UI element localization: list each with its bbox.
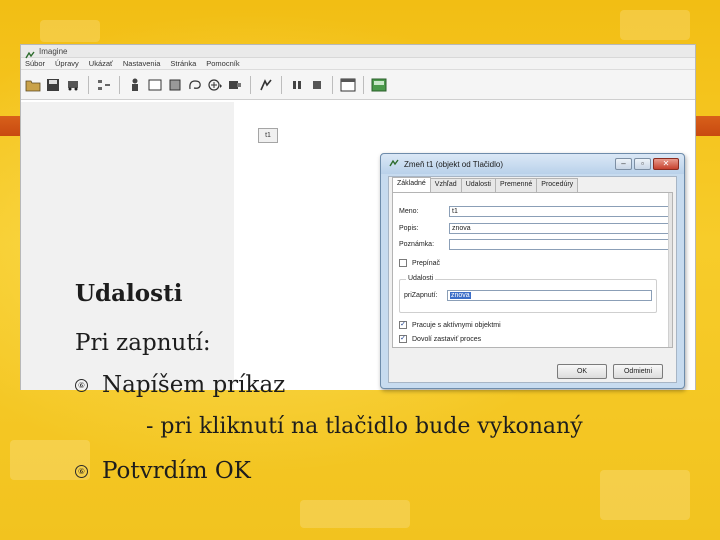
dialog-title: Zmeň t1 (objekt od Tlačidlo) — [404, 159, 504, 169]
poznamka-row: Poznámka: — [399, 239, 669, 250]
save-icon[interactable] — [45, 77, 61, 93]
meno-row: Meno: t1 — [399, 206, 669, 217]
bullet-subtext: - pri kliknutí na tlačidlo bude vykonaný — [146, 414, 583, 439]
menu-item-upravy[interactable]: Úpravy — [55, 59, 79, 68]
app-titlebar: Imagine — [21, 45, 695, 58]
slide-subheading: Pri zapnutí: — [75, 330, 211, 356]
texture-block — [620, 10, 690, 40]
toolbar-separator — [88, 75, 89, 94]
active-objects-checkbox[interactable]: ✓ — [399, 321, 407, 329]
minimize-icon[interactable]: – — [615, 158, 632, 170]
bullet-text-2: Potvrdím OK — [102, 458, 251, 484]
tab-procedury[interactable]: Procedúry — [536, 178, 579, 192]
stop-icon[interactable] — [309, 77, 325, 93]
rectangle-icon[interactable] — [147, 77, 163, 93]
pause-icon[interactable] — [289, 77, 305, 93]
dialog-body: Základné Vzhľad Udalosti Premenné Proced… — [388, 176, 677, 383]
paste-icon[interactable] — [258, 77, 274, 93]
stop-process-label: Dovolí zastaviť proces — [412, 335, 482, 343]
poznamka-field[interactable] — [449, 239, 669, 250]
menu-item-ukazat[interactable]: Ukázať — [89, 59, 113, 68]
bullet-text-1: Napíšem príkaz — [102, 372, 286, 398]
texture-block — [600, 470, 690, 520]
prizapnuti-value: znova — [450, 292, 471, 299]
lasso-icon[interactable] — [187, 77, 203, 93]
tab-vzhlad[interactable]: Vzhľad — [429, 178, 462, 192]
imagine-logo-icon — [25, 47, 35, 58]
canvas-button-t1[interactable]: t1 — [258, 128, 278, 143]
toolbar-separator — [250, 75, 251, 94]
active-objects-row: ✓ Pracuje s aktívnymi objektmi — [399, 321, 501, 329]
menu-bar: Súbor Úpravy Ukázať Nastavenia Stránka P… — [21, 58, 695, 70]
meno-field[interactable]: t1 — [449, 206, 669, 217]
events-scrollbar[interactable] — [668, 193, 672, 347]
circle-plus-icon[interactable] — [207, 77, 223, 93]
slide-heading: Udalosti — [75, 280, 183, 307]
stop-process-row: ✓ Dovolí zastaviť proces — [399, 335, 481, 343]
texture-block — [40, 20, 100, 42]
toolbar — [21, 70, 695, 100]
prizapnuti-row: priZapnutí: znova — [404, 290, 652, 301]
cancel-button[interactable]: Odmietni — [613, 364, 663, 379]
settings-icon[interactable] — [227, 77, 243, 93]
toolbar-separator — [363, 75, 364, 94]
texture-block — [300, 500, 410, 528]
menu-item-subor[interactable]: Súbor — [25, 59, 45, 68]
close-icon[interactable]: ✕ — [653, 158, 679, 170]
image-icon[interactable] — [371, 77, 387, 93]
change-object-dialog: Zmeň t1 (objekt od Tlačidlo) – ▫ ✕ Zákla… — [380, 153, 685, 389]
bullet-item: ⑥ Potvrdím OK — [75, 458, 251, 484]
menu-item-nastavenia[interactable]: Nastavenia — [123, 59, 161, 68]
window-icon[interactable] — [340, 77, 356, 93]
maximize-icon[interactable]: ▫ — [634, 158, 651, 170]
events-groupbox: Udalosti priZapnutí: znova — [399, 275, 657, 313]
bullet-item: ⑥ Napíšem príkaz — [75, 372, 285, 398]
meno-label: Meno: — [399, 208, 419, 215]
active-objects-label: Pracuje s aktívnymi objektmi — [412, 321, 501, 329]
shapes-icon[interactable] — [96, 77, 112, 93]
popis-field[interactable]: znova — [449, 223, 669, 234]
prizapnuti-label: priZapnutí: — [404, 292, 438, 299]
stop-process-checkbox[interactable]: ✓ — [399, 335, 407, 343]
prepinac-label: Prepínač — [412, 259, 441, 267]
open-folder-icon[interactable] — [25, 77, 41, 93]
prepinac-checkbox[interactable] — [399, 259, 407, 267]
events-legend: Udalosti — [406, 275, 436, 282]
menu-item-pomocnik[interactable]: Pomocník — [206, 59, 239, 68]
toolbar-separator — [281, 75, 282, 94]
dialog-app-icon — [389, 155, 399, 173]
toolbar-separator — [332, 75, 333, 94]
ok-button[interactable]: OK — [557, 364, 607, 379]
prepinac-row: Prepínač — [399, 259, 440, 267]
prizapnuti-field[interactable]: znova — [447, 290, 652, 301]
dialog-tabs: Základné Vzhľad Udalosti Premenné Proced… — [389, 177, 676, 192]
tab-udalosti[interactable]: Udalosti — [460, 178, 496, 192]
poznamka-label: Poznámka: — [399, 241, 435, 248]
tab-premenne[interactable]: Premenné — [494, 178, 538, 192]
bullet-icon: ⑥ — [75, 378, 88, 392]
menu-item-stranka[interactable]: Stránka — [170, 59, 196, 68]
tab-zakladne[interactable]: Základné — [392, 177, 431, 192]
dialog-titlebar[interactable]: Zmeň t1 (objekt od Tlačidlo) – ▫ ✕ — [381, 154, 684, 174]
bullet-icon: ⑥ — [75, 464, 88, 478]
app-title: Imagine — [39, 46, 68, 56]
popis-label: Popis: — [399, 225, 419, 232]
popis-row: Popis: znova — [399, 223, 669, 234]
tab-panel-zakladne: Meno: t1 Popis: znova Poznámka: Prepínač… — [392, 192, 673, 348]
car-icon[interactable] — [65, 77, 81, 93]
figure-icon[interactable] — [127, 77, 143, 93]
toolbar-separator — [119, 75, 120, 94]
square-icon[interactable] — [167, 77, 183, 93]
